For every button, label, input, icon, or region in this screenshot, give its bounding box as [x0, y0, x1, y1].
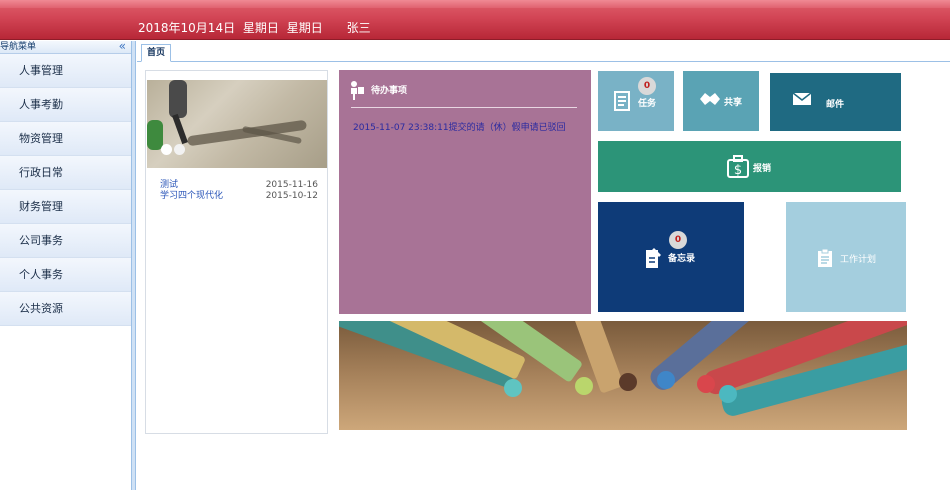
sidebar-item-supplies[interactable]: 物资管理	[0, 122, 131, 156]
sidebar-header: 导航菜单 «	[0, 39, 131, 54]
svg-text:$: $	[734, 163, 742, 178]
todo-panel: 待办事项 2015-11-07 23:38:11提交的请（休）假申请已驳回	[339, 70, 591, 314]
sidebar-nav: 导航菜单 « 人事管理 人事考勤 物资管理 行政日常 财务管理 公司事务 个人事…	[0, 39, 132, 490]
current-user: 张三	[346, 21, 371, 35]
sidebar-item-finance[interactable]: 财务管理	[0, 190, 131, 224]
pencil-tip	[504, 379, 522, 397]
sidebar-item-admin-daily[interactable]: 行政日常	[0, 156, 131, 190]
money-bag-icon: $	[726, 155, 750, 183]
photo-ball	[174, 144, 185, 155]
sidebar-splitter[interactable]	[132, 41, 136, 490]
memo-tile[interactable]: 0 备忘录	[598, 202, 744, 312]
todo-item[interactable]: 2015-11-07 23:38:11提交的请（休）假申请已驳回	[353, 120, 583, 133]
collapse-sidebar-icon[interactable]: «	[119, 39, 126, 53]
tab-home[interactable]: 首页	[141, 44, 171, 62]
mail-tile[interactable]: 邮件	[770, 73, 901, 131]
header-info: 2018年10月14日 星期日 星期日 张三	[138, 19, 375, 36]
pencil-tip	[719, 385, 737, 403]
memo-badge: 0	[669, 231, 687, 249]
plan-label: 工作计划	[840, 255, 877, 265]
pencil-tip	[697, 375, 715, 393]
current-weekday: 星期日	[242, 21, 279, 35]
pencil-tip	[619, 373, 637, 391]
clipboard-icon	[817, 248, 833, 272]
news-panel: 测试 2015-11-16 学习四个现代化 2015-10-12	[145, 70, 328, 434]
todo-title: 待办事项	[371, 86, 408, 96]
task-tile[interactable]: 0 任务	[598, 71, 674, 131]
photo-figure	[172, 113, 188, 145]
mail-label: 邮件	[826, 100, 845, 110]
mail-icon	[792, 91, 812, 111]
memo-label: 备忘录	[668, 254, 696, 264]
task-label: 任务	[638, 99, 657, 109]
pencil-tip	[575, 377, 593, 395]
share-label: 共享	[724, 98, 743, 108]
photo-shadow	[186, 119, 308, 147]
news-title[interactable]: 学习四个现代化	[160, 191, 223, 202]
current-weekday-repeat: 星期日	[286, 21, 323, 35]
sidebar-item-hr-management[interactable]: 人事管理	[0, 54, 131, 88]
reimburse-label: 报销	[753, 164, 772, 174]
sidebar-title: 导航菜单	[0, 42, 37, 52]
tab-bar: 首页	[137, 41, 950, 62]
sidebar-item-attendance[interactable]: 人事考勤	[0, 88, 131, 122]
photo-figure	[169, 80, 187, 118]
top-header: 2018年10月14日 星期日 星期日 张三	[0, 0, 950, 40]
app-window: 2018年10月14日 星期日 星期日 张三 导航菜单 « 人事管理 人事考勤 …	[0, 0, 950, 490]
news-date: 2015-10-12	[265, 191, 318, 201]
news-photo	[147, 80, 327, 168]
plan-tile[interactable]: 工作计划	[786, 202, 906, 312]
memo-icon	[644, 246, 664, 274]
photo-figure	[147, 120, 163, 150]
sidebar-item-company-affairs[interactable]: 公司事务	[0, 224, 131, 258]
task-list-icon	[614, 91, 630, 115]
sidebar-item-personal-affairs[interactable]: 个人事务	[0, 258, 131, 292]
todo-divider	[351, 107, 577, 108]
header-highlight	[0, 0, 950, 8]
sidebar-item-public-resources[interactable]: 公共资源	[0, 292, 131, 326]
pencils-banner	[339, 321, 907, 430]
news-date: 2015-11-16	[265, 180, 318, 190]
news-title[interactable]: 测试	[160, 180, 178, 191]
todo-person-icon	[349, 80, 365, 100]
handshake-icon	[699, 90, 721, 112]
reimburse-tile[interactable]: $ 报销	[598, 141, 901, 192]
current-date: 2018年10月14日	[138, 21, 236, 35]
pencil-tip	[657, 371, 675, 389]
task-badge: 0	[638, 77, 656, 95]
photo-ball	[161, 144, 172, 155]
share-tile[interactable]: 共享	[683, 71, 759, 131]
dashboard-content: 测试 2015-11-16 学习四个现代化 2015-10-12 待办事项 20…	[137, 62, 950, 490]
